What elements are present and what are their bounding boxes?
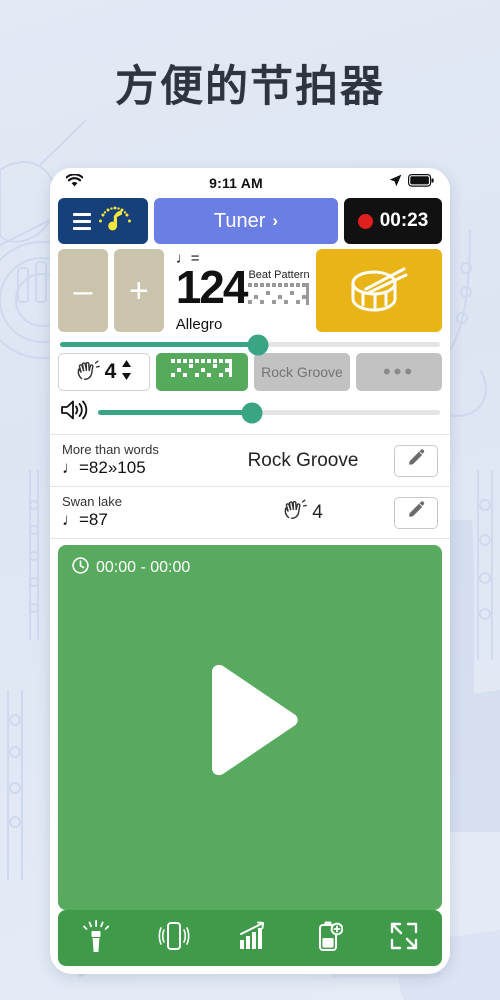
flashlight-icon[interactable] — [81, 919, 111, 958]
song-title: More than words — [62, 441, 159, 457]
metronome-note-icon — [97, 203, 133, 240]
song-list: More than words ♩=82»105 Rock Groove Swa… — [50, 434, 450, 539]
volume-slider-thumb[interactable] — [241, 402, 263, 423]
bar-chart-trend-icon[interactable] — [237, 921, 269, 956]
battery-plus-icon[interactable] — [315, 920, 344, 957]
player-area[interactable]: 00:00 - 00:00 — [58, 545, 442, 910]
pencil-edit-icon — [407, 449, 425, 472]
beats-per-bar-stepper[interactable]: 4 — [58, 353, 150, 391]
list-item[interactable]: More than words ♩=82»105 Rock Groove — [50, 435, 450, 487]
tempo-display[interactable]: ♩= 124 Beat Pattern Allegro — [170, 249, 311, 333]
tempo-row: – + ♩= 124 Beat Pattern Allegro — [50, 244, 450, 333]
stepper-up-down-icon[interactable] — [121, 359, 132, 385]
song-beats: 4 — [212, 499, 394, 526]
song-beats-value: 4 — [312, 501, 323, 523]
clapping-hands-icon — [76, 360, 100, 385]
tempo-name-label: Allegro — [175, 316, 223, 333]
play-button[interactable] — [198, 662, 302, 783]
tempo-slider-row — [50, 332, 450, 355]
beat-pattern-waveform-icon[interactable] — [248, 283, 310, 314]
bottom-toolbar — [58, 910, 442, 966]
speaker-volume-icon[interactable] — [60, 399, 88, 426]
chevron-right-icon: › — [272, 211, 279, 230]
beat-pattern-label: Beat Pattern — [248, 269, 310, 281]
list-item[interactable]: Swan lake ♩=87 4 — [50, 487, 450, 539]
phone-vibrate-icon[interactable] — [157, 919, 191, 958]
status-time: 9:11 AM — [209, 175, 263, 191]
rhythm-options-row: 4 Rock Groove ••• — [50, 353, 450, 391]
rhythm-waveform-button[interactable] — [156, 353, 248, 391]
phone-mockup: 9:11 AM Tuner › 00:23 – + ♩= 124 Beat Pa… — [50, 168, 450, 974]
clock-icon — [72, 557, 89, 579]
beats-value: 4 — [104, 360, 117, 383]
record-time: 00:23 — [379, 210, 429, 231]
edit-song-button[interactable] — [394, 496, 438, 529]
tempo-slider[interactable] — [60, 334, 440, 355]
tuner-button[interactable]: Tuner › — [154, 198, 338, 244]
tempo-decrease-button[interactable]: – — [58, 249, 108, 332]
page-title: 方便的节拍器 — [115, 62, 385, 112]
record-button[interactable]: 00:23 — [344, 198, 442, 244]
groove-preset-button[interactable]: Rock Groove — [254, 353, 350, 391]
volume-slider-row — [50, 391, 450, 434]
location-arrow-icon — [389, 174, 402, 192]
player-time-range: 00:00 - 00:00 — [96, 559, 191, 576]
volume-slider[interactable] — [98, 402, 440, 423]
record-dot-icon — [357, 213, 373, 229]
clapping-hands-icon — [283, 499, 308, 526]
song-bpm: ♩=82»105 — [62, 458, 146, 478]
hamburger-icon — [73, 212, 91, 230]
snare-drum-icon — [346, 261, 412, 320]
tempo-slider-thumb[interactable] — [247, 334, 269, 355]
wifi-icon — [65, 173, 84, 192]
tuner-label: Tuner — [213, 209, 266, 232]
top-toolbar: Tuner › 00:23 — [50, 198, 450, 244]
edit-song-button[interactable] — [394, 444, 438, 477]
battery-full-icon — [407, 174, 434, 192]
pencil-edit-icon — [407, 501, 425, 524]
more-options-button[interactable]: ••• — [356, 353, 442, 391]
menu-metronome-button[interactable] — [58, 198, 148, 244]
player-timecode: 00:00 - 00:00 — [72, 557, 190, 579]
song-bpm: ♩=87 — [62, 510, 108, 530]
song-title: Swan lake — [62, 493, 122, 509]
song-groove: Rock Groove — [247, 449, 359, 471]
rhythm-waveform-icon — [171, 359, 233, 385]
fullscreen-expand-icon[interactable] — [389, 921, 419, 956]
tempo-increase-button[interactable]: + — [113, 249, 164, 332]
status-bar: 9:11 AM — [50, 168, 450, 198]
drum-sound-button[interactable] — [316, 249, 442, 332]
bpm-value: 124 — [175, 261, 249, 313]
